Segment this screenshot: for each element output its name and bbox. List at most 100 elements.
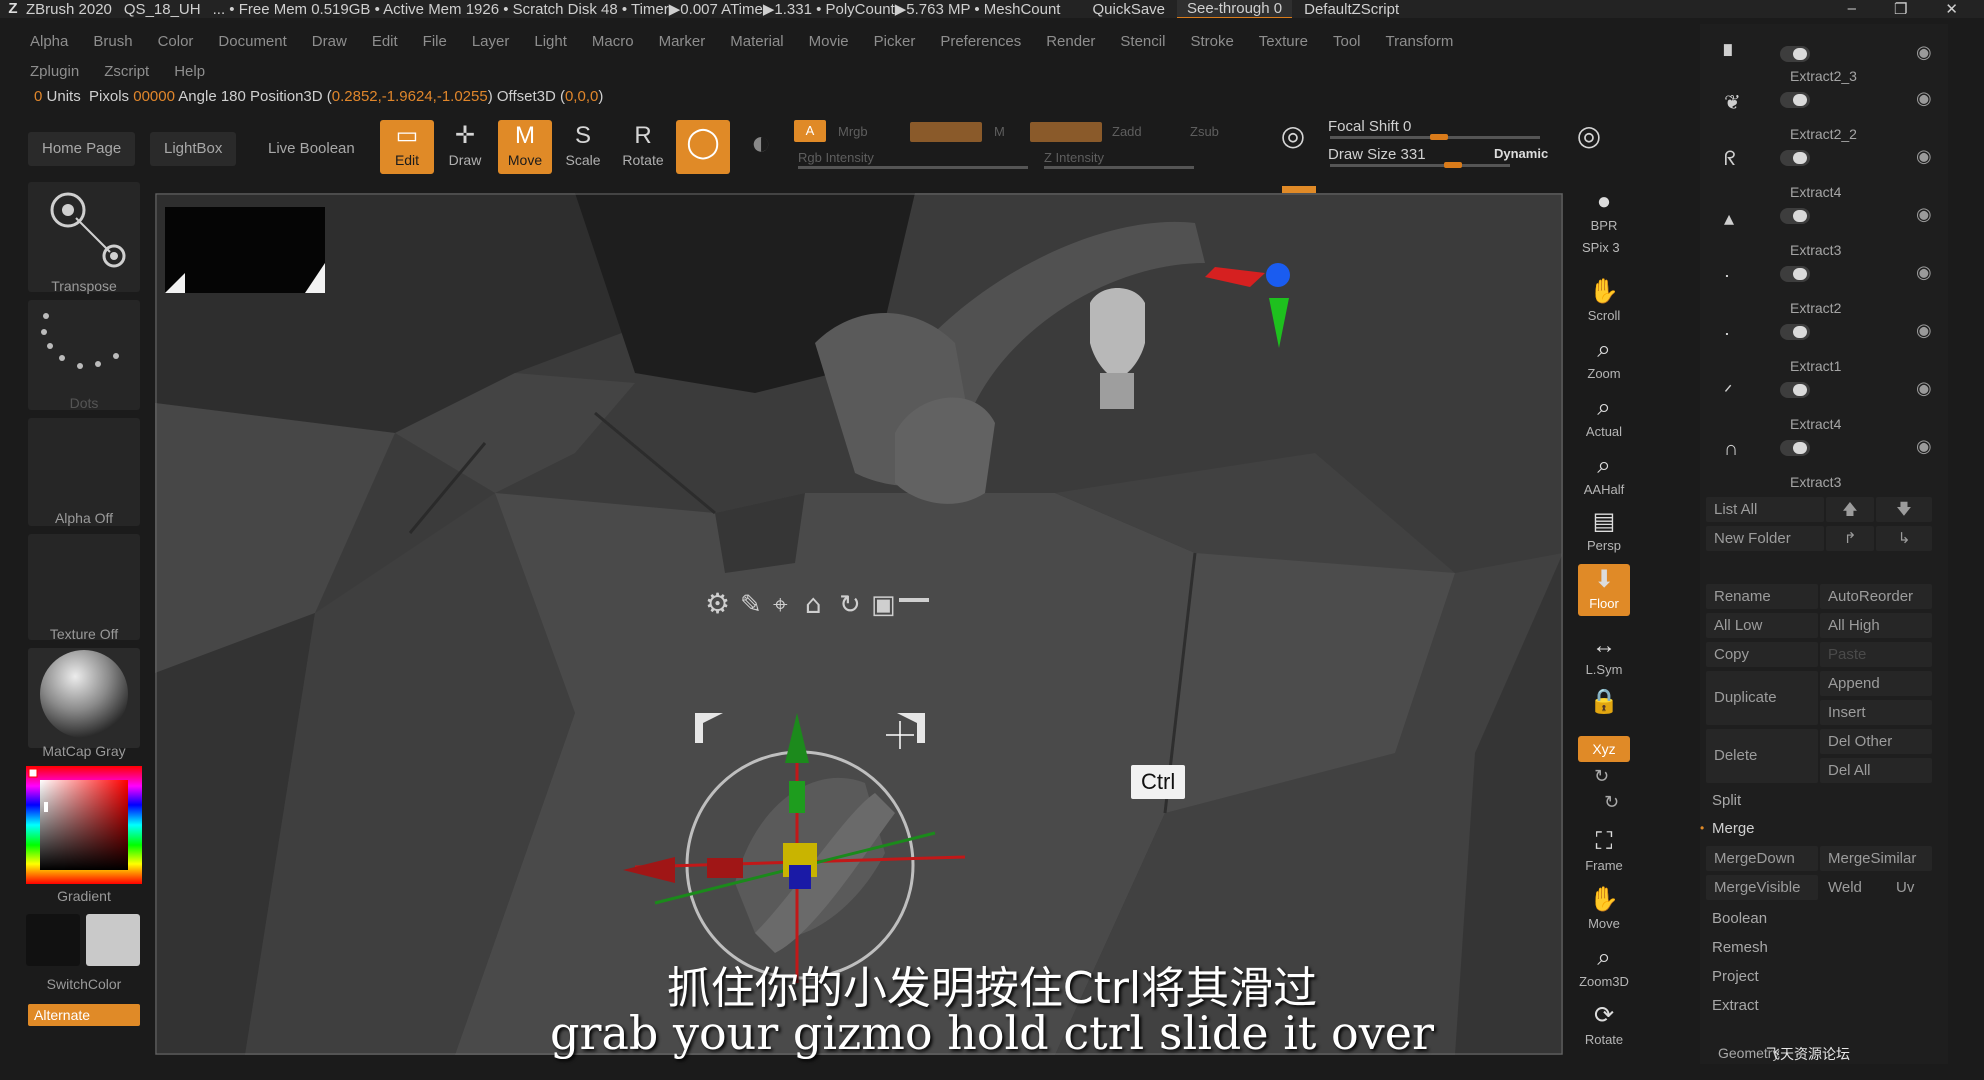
del-other-button[interactable]: Del Other xyxy=(1820,729,1932,754)
scale-button[interactable]: S Scale xyxy=(556,120,610,174)
eye-icon[interactable]: ◉ xyxy=(1916,146,1932,167)
rename-button[interactable]: Rename xyxy=(1706,584,1818,609)
eye-icon[interactable]: ◉ xyxy=(1916,42,1932,63)
paste-button[interactable]: Paste xyxy=(1820,642,1932,667)
move-view-button[interactable]: ✋ Move xyxy=(1578,884,1630,936)
lightbox-button[interactable]: LightBox xyxy=(150,132,237,166)
subtool-item[interactable]: Extract2_3 ❦ ◉ xyxy=(1720,68,1945,126)
subtool-item[interactable]: Extract2 ᐧ ◉ xyxy=(1720,300,1945,358)
merge-section[interactable]: Merge xyxy=(1712,820,1755,837)
floor-button[interactable]: ⬇ Floor xyxy=(1578,564,1630,616)
mergedown-button[interactable]: MergeDown xyxy=(1706,846,1818,871)
menu-marker[interactable]: Marker xyxy=(659,33,706,50)
draw-size-knob[interactable] xyxy=(1444,162,1462,168)
actual-button[interactable]: ⌕ Actual xyxy=(1578,392,1630,444)
mrgb-button[interactable]: Mrgb xyxy=(838,124,868,139)
subtool-toggle[interactable] xyxy=(1780,46,1810,62)
subtool-item[interactable]: Extract2_2 ᖇ ◉ xyxy=(1720,126,1945,184)
all-high-button[interactable]: All High xyxy=(1820,613,1932,638)
eye-icon[interactable]: ◉ xyxy=(1916,262,1932,283)
subtool-item[interactable]: Extract3 ᐧ ◉ xyxy=(1720,242,1945,300)
arrow-up-icon[interactable]: 🡅 xyxy=(1826,497,1874,522)
zsub-button[interactable]: Zsub xyxy=(1190,124,1219,139)
menu-macro[interactable]: Macro xyxy=(592,33,634,50)
arrow-down-icon[interactable]: 🡇 xyxy=(1876,497,1932,522)
menu-document[interactable]: Document xyxy=(218,33,286,50)
m-button[interactable]: M xyxy=(994,124,1005,139)
aahalf-button[interactable]: ⌕ AAHalf xyxy=(1578,450,1630,502)
boolean-section[interactable]: Boolean xyxy=(1712,910,1767,927)
split-section[interactable]: Split xyxy=(1712,792,1741,809)
matcap-panel[interactable] xyxy=(28,648,140,748)
menu-zscript[interactable]: Zscript xyxy=(104,63,149,80)
menu-draw[interactable]: Draw xyxy=(312,33,347,50)
persp-button[interactable]: ▤ Persp xyxy=(1578,506,1630,558)
weld-button[interactable]: Weld xyxy=(1820,875,1886,900)
del-all-button[interactable]: Del All xyxy=(1820,758,1932,783)
live-boolean-button[interactable]: Live Boolean xyxy=(254,132,369,166)
material-sphere-button[interactable]: ◐ xyxy=(734,120,788,174)
subtool-toggle[interactable] xyxy=(1780,324,1810,340)
maximize-icon[interactable]: ❐ xyxy=(1894,0,1907,18)
subtool-toggle[interactable] xyxy=(1780,440,1810,456)
eye-icon[interactable]: ◉ xyxy=(1916,320,1932,341)
subtool-toggle[interactable] xyxy=(1780,208,1810,224)
insert-button[interactable]: Insert xyxy=(1820,700,1932,725)
stroke-s-button[interactable]: ◎ xyxy=(1266,120,1320,174)
eye-icon[interactable]: ◉ xyxy=(1916,88,1932,109)
lsym-button[interactable]: ↔ L.Sym xyxy=(1578,630,1630,682)
draw-button[interactable]: ✛ Draw xyxy=(438,120,492,174)
menu-file[interactable]: File xyxy=(423,33,447,50)
subtool-item[interactable]: Extract3 xyxy=(1720,474,1945,496)
subtool-item[interactable]: Extract4 ∩ ◉ xyxy=(1720,416,1945,474)
all-low-button[interactable]: All Low xyxy=(1706,613,1818,638)
mergevisible-button[interactable]: MergeVisible xyxy=(1706,875,1818,900)
close-icon[interactable]: ✕ xyxy=(1945,0,1958,18)
menu-help[interactable]: Help xyxy=(174,63,205,80)
menu-material[interactable]: Material xyxy=(730,33,783,50)
menu-tool[interactable]: Tool xyxy=(1333,33,1361,50)
menu-texture[interactable]: Texture xyxy=(1259,33,1308,50)
subtool-item[interactable]: Extract4 ▴ ◉ xyxy=(1720,184,1945,242)
menu-preferences[interactable]: Preferences xyxy=(940,33,1021,50)
subtool-toggle[interactable] xyxy=(1780,150,1810,166)
menu-render[interactable]: Render xyxy=(1046,33,1095,50)
menu-stroke[interactable]: Stroke xyxy=(1190,33,1233,50)
menu-brush[interactable]: Brush xyxy=(93,33,132,50)
zadd-button[interactable] xyxy=(1030,122,1102,142)
menu-layer[interactable]: Layer xyxy=(472,33,510,50)
menu-picker[interactable]: Picker xyxy=(874,33,916,50)
menu-light[interactable]: Light xyxy=(534,33,567,50)
transpose-panel[interactable] xyxy=(28,182,140,292)
menu-alpha[interactable]: Alpha xyxy=(30,33,68,50)
viewport-canvas[interactable]: ⚙ ✎ ⌖ ⌂ ↻ ▣ Ctrl xyxy=(155,193,1563,1055)
new-folder-button[interactable]: New Folder xyxy=(1706,526,1824,551)
stroke-dots-panel[interactable] xyxy=(28,300,140,410)
subtool-toggle[interactable] xyxy=(1780,266,1810,282)
subtool-toggle[interactable] xyxy=(1780,382,1810,398)
move-button[interactable]: M Move xyxy=(498,120,552,174)
menu-stencil[interactable]: Stencil xyxy=(1120,33,1165,50)
focal-shift-knob[interactable] xyxy=(1430,134,1448,140)
minimize-icon[interactable]: – xyxy=(1848,0,1856,18)
autoreorder-button[interactable]: AutoReorder xyxy=(1820,584,1932,609)
default-zscript-button[interactable]: DefaultZScript xyxy=(1304,1,1399,18)
stroke-d-button[interactable]: ◎ xyxy=(1562,120,1616,174)
subtool-item[interactable]: Extract1 ᐟ ◉ xyxy=(1720,358,1945,416)
mergesimilar-button[interactable]: MergeSimilar xyxy=(1820,846,1932,871)
menu-color[interactable]: Color xyxy=(158,33,194,50)
rotate-y-icon[interactable]: ↻ xyxy=(1594,766,1609,787)
edit-button[interactable]: ▭ Edit xyxy=(380,120,434,174)
frame-button[interactable]: ⛶ Frame xyxy=(1578,826,1630,878)
texture-panel[interactable] xyxy=(28,534,140,640)
a-badge[interactable]: A xyxy=(794,120,826,142)
menu-movie[interactable]: Movie xyxy=(809,33,849,50)
menu-transform[interactable]: Transform xyxy=(1386,33,1454,50)
duplicate-button[interactable]: Duplicate xyxy=(1706,671,1818,725)
folder-down-icon[interactable]: ↳ xyxy=(1876,526,1932,551)
lock-button[interactable]: 🔒 xyxy=(1578,686,1630,724)
scroll-button[interactable]: ✋ Scroll xyxy=(1578,276,1630,328)
append-button[interactable]: Append xyxy=(1820,671,1932,696)
home-page-button[interactable]: Home Page xyxy=(28,132,136,166)
zoom-button[interactable]: ⌕ Zoom xyxy=(1578,334,1630,386)
